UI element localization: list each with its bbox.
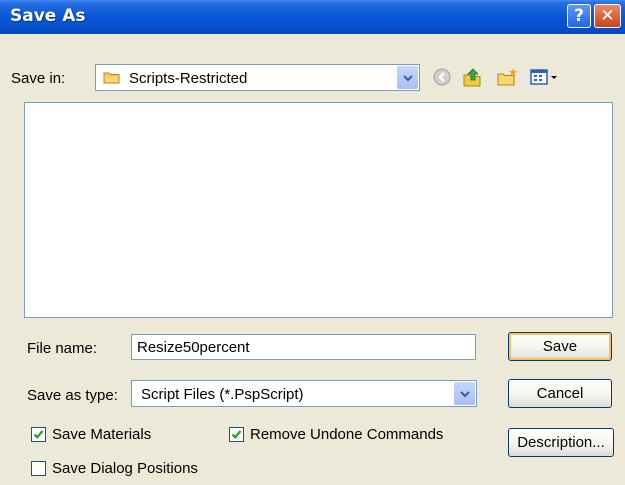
save-dialog-positions-label: Save Dialog Positions [52,460,198,477]
save-in-label: Save in: [11,70,66,87]
remove-undone-label: Remove Undone Commands [250,426,444,443]
save-in-dropdown-button[interactable] [397,66,418,89]
save-in-value: Scripts-Restricted [129,70,248,87]
save-as-type-value: Script Files (*.PspScript) [141,386,304,403]
folder-icon [103,72,120,84]
cancel-button[interactable]: Cancel [508,379,612,408]
save-dialog-positions-checkbox[interactable] [31,461,46,476]
help-icon: ? [574,6,584,26]
save-dialog-positions-option[interactable]: Save Dialog Positions [31,460,198,477]
views-menu-icon[interactable] [528,66,560,88]
help-button[interactable]: ? [567,4,591,28]
description-button[interactable]: Description... [508,428,614,457]
checkmark-icon [231,430,242,439]
remove-undone-checkbox[interactable] [229,427,244,442]
save-materials-label: Save Materials [52,426,152,443]
chevron-down-icon [402,74,413,81]
title-bar[interactable]: Save As ? ✕ [0,0,625,34]
remove-undone-option[interactable]: Remove Undone Commands [229,426,443,443]
save-as-type-label: Save as type: [27,387,118,404]
back-icon[interactable] [431,66,453,88]
save-in-combo[interactable]: Scripts-Restricted [95,64,420,91]
file-name-label: File name: [27,340,98,357]
save-materials-checkbox[interactable] [31,427,46,442]
window-title: Save As [10,6,86,26]
up-folder-icon[interactable] [461,66,483,88]
close-button[interactable]: ✕ [594,4,621,28]
file-list-view[interactable] [24,102,613,318]
save-as-type-dropdown-button[interactable] [454,382,475,405]
save-button[interactable]: Save [508,332,612,361]
save-as-type-combo[interactable]: Script Files (*.PspScript) [131,380,477,407]
chevron-down-icon [459,390,470,397]
close-icon: ✕ [600,6,615,26]
checkmark-icon [33,430,44,439]
save-materials-option[interactable]: Save Materials [31,426,151,443]
file-name-input[interactable]: Resize50percent [131,334,476,360]
save-as-dialog: Save As ? ✕ Save in: Scripts-Restricted [0,0,625,485]
new-folder-icon[interactable] [496,66,518,88]
